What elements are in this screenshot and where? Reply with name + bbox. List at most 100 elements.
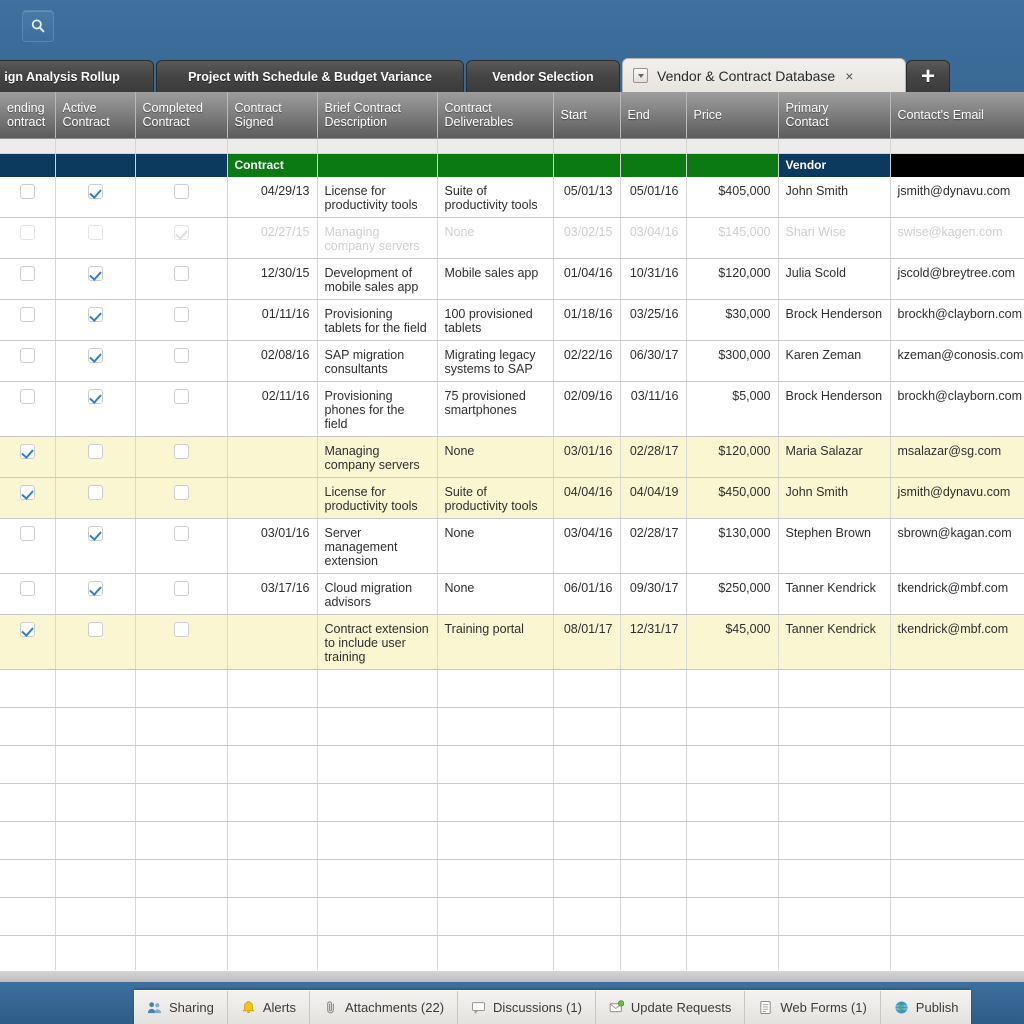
cell-empty[interactable] — [135, 708, 227, 746]
cell-primary-contact[interactable]: Karen Zeman — [778, 341, 890, 382]
close-icon[interactable]: × — [845, 68, 853, 84]
cell-empty[interactable] — [227, 670, 317, 708]
checkbox-pending-contract[interactable] — [20, 348, 35, 363]
cell-empty[interactable] — [890, 822, 1024, 860]
cell-empty[interactable] — [686, 784, 778, 822]
cell-brief-description[interactable]: Provisioning tablets for the field — [317, 300, 437, 341]
tab-design-analysis-rollup[interactable]: ign Analysis Rollup — [0, 60, 154, 92]
cell-empty[interactable] — [686, 670, 778, 708]
cell-start-date[interactable]: 03/01/16 — [553, 437, 620, 478]
cell-start-date[interactable]: 08/01/17 — [553, 615, 620, 670]
cell-empty[interactable] — [620, 670, 686, 708]
column-header-contract-signed[interactable]: Contract Signed — [227, 92, 317, 138]
cell-empty[interactable] — [553, 860, 620, 898]
cell-empty[interactable] — [553, 936, 620, 971]
cell-active-contract[interactable] — [55, 437, 135, 478]
cell-empty[interactable] — [55, 822, 135, 860]
cell-contract-signed[interactable]: 03/01/16 — [227, 519, 317, 574]
cell-empty[interactable] — [55, 746, 135, 784]
bottom-item-update-requests[interactable]: Update Requests — [596, 991, 745, 1024]
cell-completed-contract[interactable] — [135, 519, 227, 574]
checkbox-active-contract[interactable] — [88, 184, 103, 199]
cell-empty[interactable] — [55, 898, 135, 936]
cell-pending-contract[interactable] — [0, 519, 55, 574]
cell-end-date[interactable]: 02/28/17 — [620, 519, 686, 574]
cell-start-date[interactable]: 03/02/15 — [553, 218, 620, 259]
cell-price[interactable]: $145,000 — [686, 218, 778, 259]
cell-active-contract[interactable] — [55, 300, 135, 341]
cell-empty[interactable] — [0, 936, 55, 971]
cell-contacts-email[interactable]: kzeman@conosis.com — [890, 341, 1024, 382]
cell-contract-signed[interactable]: 02/08/16 — [227, 341, 317, 382]
cell-primary-contact[interactable]: Stephen Brown — [778, 519, 890, 574]
cell-empty[interactable] — [317, 936, 437, 971]
checkbox-pending-contract[interactable] — [20, 184, 35, 199]
cell-brief-description[interactable]: Development of mobile sales app — [317, 259, 437, 300]
cell-empty[interactable] — [437, 822, 553, 860]
checkbox-completed-contract[interactable] — [174, 581, 189, 596]
table-row-empty[interactable] — [0, 784, 1024, 822]
cell-active-contract[interactable] — [55, 341, 135, 382]
table-row-empty[interactable] — [0, 708, 1024, 746]
cell-pending-contract[interactable] — [0, 259, 55, 300]
cell-end-date[interactable]: 12/31/17 — [620, 615, 686, 670]
add-tab-button[interactable]: + — [906, 60, 950, 92]
cell-empty[interactable] — [135, 898, 227, 936]
cell-empty[interactable] — [778, 784, 890, 822]
checkbox-completed-contract[interactable] — [174, 389, 189, 404]
cell-empty[interactable] — [620, 784, 686, 822]
cell-empty[interactable] — [686, 898, 778, 936]
cell-empty[interactable] — [553, 746, 620, 784]
checkbox-pending-contract[interactable] — [20, 622, 35, 637]
cell-pending-contract[interactable] — [0, 177, 55, 218]
table-row[interactable]: 03/17/16Cloud migration advisorsNone06/0… — [0, 574, 1024, 615]
cell-pending-contract[interactable] — [0, 437, 55, 478]
cell-brief-description[interactable]: Provisioning phones for the field — [317, 382, 437, 437]
checkbox-completed-contract[interactable] — [174, 485, 189, 500]
cell-contract-deliverables[interactable]: None — [437, 218, 553, 259]
cell-empty[interactable] — [778, 898, 890, 936]
cell-contract-deliverables[interactable]: None — [437, 519, 553, 574]
cell-empty[interactable] — [135, 822, 227, 860]
cell-empty[interactable] — [317, 708, 437, 746]
column-header-price[interactable]: Price — [686, 92, 778, 138]
cell-empty[interactable] — [890, 708, 1024, 746]
cell-contacts-email[interactable]: swise@kagen.com — [890, 218, 1024, 259]
checkbox-active-contract[interactable] — [88, 389, 103, 404]
cell-pending-contract[interactable] — [0, 382, 55, 437]
cell-empty[interactable] — [620, 746, 686, 784]
cell-pending-contract[interactable] — [0, 574, 55, 615]
cell-contract-deliverables[interactable]: 75 provisioned smartphones — [437, 382, 553, 437]
tab-project-schedule-budget-variance[interactable]: Project with Schedule & Budget Variance — [156, 60, 464, 92]
cell-contacts-email[interactable]: brockh@clayborn.com — [890, 382, 1024, 437]
cell-price[interactable]: $405,000 — [686, 177, 778, 218]
cell-empty[interactable] — [437, 746, 553, 784]
checkbox-pending-contract[interactable] — [20, 225, 35, 240]
cell-empty[interactable] — [0, 708, 55, 746]
cell-empty[interactable] — [0, 898, 55, 936]
cell-end-date[interactable]: 02/28/17 — [620, 437, 686, 478]
cell-empty[interactable] — [317, 898, 437, 936]
cell-active-contract[interactable] — [55, 478, 135, 519]
column-header-primary-contact[interactable]: Primary Contact — [778, 92, 890, 138]
cell-empty[interactable] — [437, 898, 553, 936]
cell-pending-contract[interactable] — [0, 300, 55, 341]
cell-contract-signed[interactable] — [227, 615, 317, 670]
cell-empty[interactable] — [227, 784, 317, 822]
cell-empty[interactable] — [686, 860, 778, 898]
checkbox-completed-contract[interactable] — [174, 307, 189, 322]
cell-contract-signed[interactable]: 12/30/15 — [227, 259, 317, 300]
cell-empty[interactable] — [0, 822, 55, 860]
cell-primary-contact[interactable]: John Smith — [778, 177, 890, 218]
cell-empty[interactable] — [553, 898, 620, 936]
cell-primary-contact[interactable]: Brock Henderson — [778, 300, 890, 341]
cell-completed-contract[interactable] — [135, 478, 227, 519]
cell-empty[interactable] — [553, 784, 620, 822]
cell-active-contract[interactable] — [55, 259, 135, 300]
cell-pending-contract[interactable] — [0, 341, 55, 382]
cell-active-contract[interactable] — [55, 382, 135, 437]
cell-empty[interactable] — [227, 822, 317, 860]
column-header-contacts-email[interactable]: Contact's Email — [890, 92, 1024, 138]
checkbox-active-contract[interactable] — [88, 526, 103, 541]
checkbox-completed-contract[interactable] — [174, 622, 189, 637]
